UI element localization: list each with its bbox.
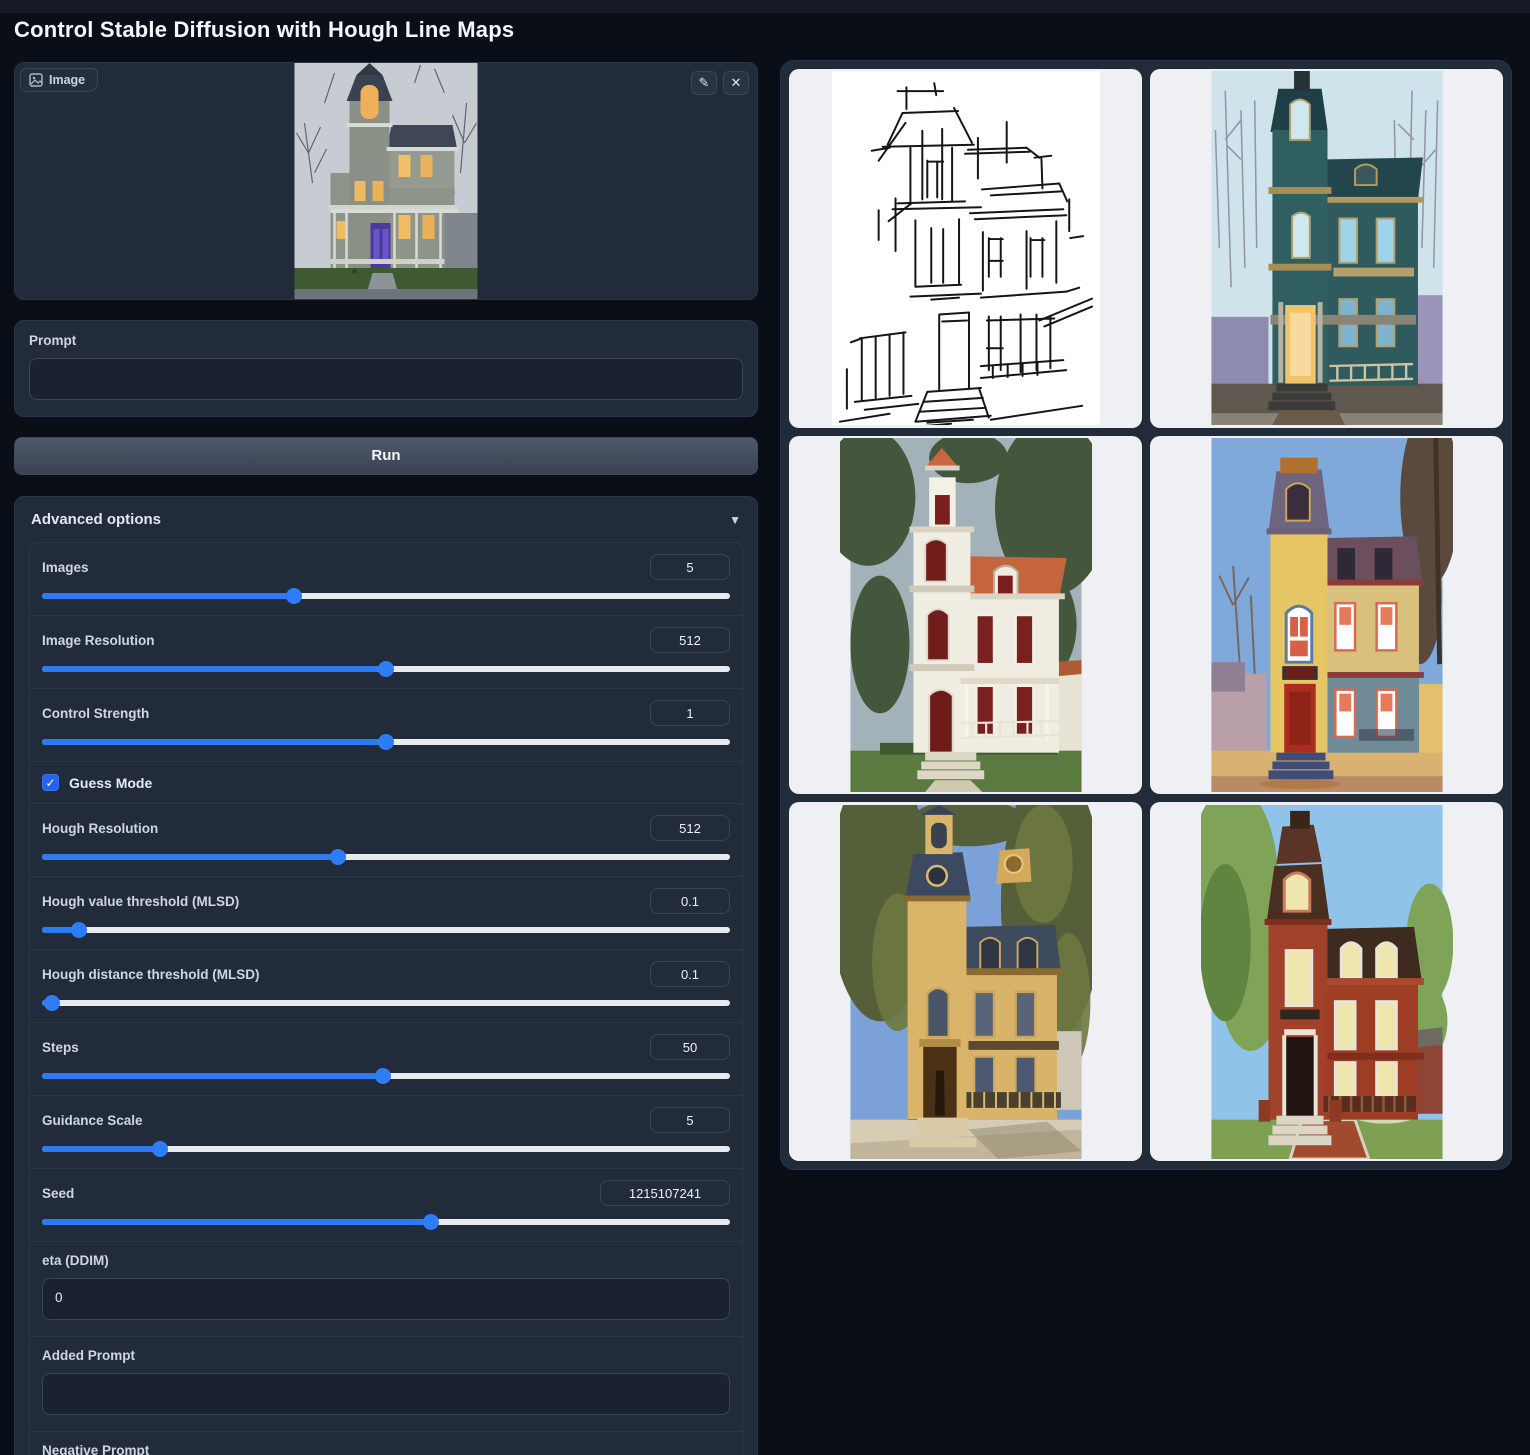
run-button[interactable]: Run (14, 437, 758, 475)
eta-ddim-label: eta (DDIM) (42, 1253, 730, 1268)
gallery-item-golden-house[interactable] (789, 802, 1142, 1161)
gallery-item-yellow-blue-house[interactable] (1150, 436, 1503, 795)
images-value-input[interactable]: 5 (650, 554, 730, 580)
guess-mode-label: Guess Mode (69, 775, 152, 791)
added-prompt-input[interactable] (42, 1373, 730, 1415)
slider-label: Hough Resolution (42, 821, 158, 836)
slider-handle[interactable] (71, 922, 87, 938)
slider-row-control-strength: Control Strength 1 (30, 688, 742, 761)
hough-resolution-value-input[interactable]: 512 (650, 815, 730, 841)
input-image-component[interactable]: Image ✎ ✕ (14, 62, 758, 300)
image-tab: Image (20, 68, 98, 92)
x-icon: ✕ (731, 75, 742, 91)
hough-resolution-slider[interactable] (42, 854, 730, 860)
gallery-item-brick-house[interactable] (1150, 802, 1503, 1161)
added-prompt-row: Added Prompt (30, 1336, 742, 1431)
advanced-options-panel: Advanced options ▼ Images 5 Image Resolu… (14, 496, 758, 1455)
slider-handle[interactable] (286, 588, 302, 604)
images-slider[interactable] (42, 593, 730, 599)
negative-prompt-label: Negative Prompt (42, 1443, 730, 1455)
hough-value-threshold-slider[interactable] (42, 927, 730, 933)
white-house-image (840, 438, 1092, 792)
prompt-input[interactable] (29, 358, 743, 400)
image-resolution-value-input[interactable]: 512 (650, 627, 730, 653)
slider-row-guidance-scale: Guidance Scale 5 (30, 1095, 742, 1168)
clear-image-button[interactable]: ✕ (723, 71, 749, 95)
slider-label: Steps (42, 1040, 79, 1055)
hough-value-threshold-input[interactable]: 0.1 (650, 888, 730, 914)
eta-ddim-input[interactable]: 0 (42, 1278, 730, 1320)
slider-row-hough-distance-threshold: Hough distance threshold (MLSD) 0.1 (30, 949, 742, 1022)
result-gallery (780, 60, 1512, 1170)
slider-handle[interactable] (330, 849, 346, 865)
hough-distance-threshold-slider[interactable] (42, 1000, 730, 1006)
chevron-down-icon: ▼ (729, 513, 741, 527)
gallery-item-hough-map[interactable] (789, 69, 1142, 428)
controls-column: Image ✎ ✕ (14, 62, 758, 1455)
prompt-label: Prompt (29, 333, 743, 348)
advanced-options-title: Advanced options (31, 511, 161, 528)
advanced-options-form: Images 5 Image Resolution 512 Control St… (29, 542, 743, 1455)
input-image-preview (295, 63, 478, 300)
slider-row-hough-value-threshold: Hough value threshold (MLSD) 0.1 (30, 876, 742, 949)
slider-label: Hough distance threshold (MLSD) (42, 967, 260, 982)
slider-row-images: Images 5 (30, 543, 742, 615)
slider-row-steps: Steps 50 (30, 1022, 742, 1095)
slider-row-image-resolution: Image Resolution 512 (30, 615, 742, 688)
yellow-blue-house-image (1201, 438, 1453, 792)
slider-label: Images (42, 560, 89, 575)
gallery-item-teal-house[interactable] (1150, 69, 1503, 428)
eta-ddim-row: eta (DDIM) 0 (30, 1241, 742, 1336)
slider-handle[interactable] (378, 734, 394, 750)
control-strength-slider[interactable] (42, 739, 730, 745)
slider-handle[interactable] (152, 1141, 168, 1157)
image-icon (29, 73, 43, 87)
guidance-scale-slider[interactable] (42, 1146, 730, 1152)
pencil-icon: ✎ (699, 75, 710, 91)
brick-house-image (1201, 805, 1453, 1159)
golden-house-image (840, 805, 1092, 1159)
prompt-block: Prompt (14, 320, 758, 417)
seed-slider[interactable] (42, 1219, 730, 1225)
guess-mode-row: ✓ Guess Mode (30, 761, 742, 803)
slider-handle[interactable] (423, 1214, 439, 1230)
slider-label: Hough value threshold (MLSD) (42, 894, 239, 909)
negative-prompt-row: Negative Prompt (30, 1431, 742, 1455)
slider-label: Guidance Scale (42, 1113, 143, 1128)
teal-house-image (1201, 71, 1453, 425)
slider-handle[interactable] (375, 1068, 391, 1084)
edit-image-button[interactable]: ✎ (691, 71, 717, 95)
slider-row-hough-resolution: Hough Resolution 512 (30, 803, 742, 876)
slider-label: Seed (42, 1186, 74, 1201)
hough-line-map-image (832, 71, 1100, 425)
slider-handle[interactable] (44, 995, 60, 1011)
top-strip (0, 0, 1530, 13)
gallery-item-white-house[interactable] (789, 436, 1142, 795)
hough-distance-threshold-input[interactable]: 0.1 (650, 961, 730, 987)
image-resolution-slider[interactable] (42, 666, 730, 672)
check-icon: ✓ (45, 776, 55, 790)
image-tab-label: Image (49, 73, 85, 87)
advanced-options-header[interactable]: Advanced options ▼ (29, 509, 743, 542)
slider-label: Image Resolution (42, 633, 155, 648)
control-strength-value-input[interactable]: 1 (650, 700, 730, 726)
steps-slider[interactable] (42, 1073, 730, 1079)
guidance-scale-value-input[interactable]: 5 (650, 1107, 730, 1133)
slider-row-seed: Seed 1215107241 (30, 1168, 742, 1241)
slider-handle[interactable] (378, 661, 394, 677)
seed-value-input[interactable]: 1215107241 (600, 1180, 730, 1206)
added-prompt-label: Added Prompt (42, 1348, 730, 1363)
page-title: Control Stable Diffusion with Hough Line… (14, 17, 514, 43)
slider-label: Control Strength (42, 706, 149, 721)
guess-mode-checkbox[interactable]: ✓ (42, 774, 59, 791)
steps-value-input[interactable]: 50 (650, 1034, 730, 1060)
